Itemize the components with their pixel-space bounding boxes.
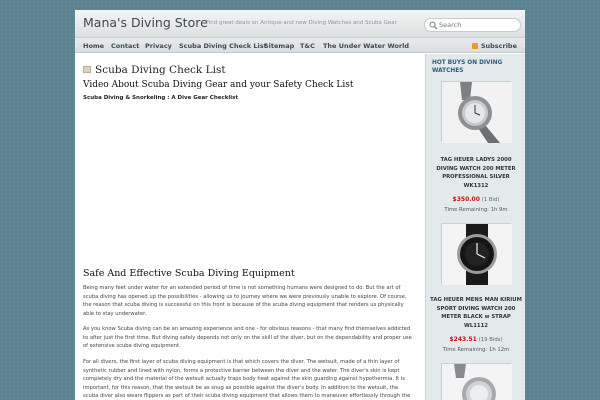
section-heading: Safe And Effective Scuba Diving Equipmen… bbox=[83, 268, 295, 279]
listing-1-title[interactable]: TAG HEUER LADYS 2000 DIVING WATCH 200 ME… bbox=[430, 156, 522, 190]
listing-2-title[interactable]: TAG HEUER MENS MAN KIRIUM SPORT DIVING W… bbox=[430, 296, 522, 330]
watch-black-icon bbox=[442, 224, 512, 285]
video-heading: Video About Scuba Diving Gear and your S… bbox=[83, 80, 354, 90]
main-content: Scuba Diving Check List Video About Scub… bbox=[75, 54, 422, 400]
listing-2-time: Time Remaining: 1h 12m bbox=[442, 347, 510, 353]
sidebar: HOT BUYS ON DIVING WATCHES TAG HEUER LAD… bbox=[425, 54, 525, 400]
sidebar-title: HOT BUYS ON DIVING WATCHES bbox=[432, 60, 503, 74]
nav-sitemap[interactable]: Sitemap bbox=[264, 42, 294, 50]
watch-steel-icon bbox=[442, 364, 512, 400]
nav-scuba-diving-check-list[interactable]: Scuba Diving Check List bbox=[179, 42, 267, 50]
subscribe-link[interactable]: Subscribe bbox=[471, 42, 517, 50]
nav-underwater-world[interactable]: The Under Water World bbox=[323, 42, 409, 50]
search-box[interactable] bbox=[424, 18, 521, 32]
video-embed-area[interactable] bbox=[83, 106, 383, 261]
paragraph-3: For all divers, the first layer of scuba… bbox=[83, 359, 411, 400]
nav-home[interactable]: Home bbox=[83, 42, 104, 50]
listing-1-price-line: $350.00 (1 Bid) bbox=[430, 196, 522, 204]
page-icon bbox=[83, 66, 91, 73]
post-title: Scuba Diving Check List bbox=[83, 64, 226, 76]
site-title[interactable]: Mana's Diving Store bbox=[83, 15, 208, 30]
watch-image-1[interactable] bbox=[441, 81, 512, 143]
magnifier-icon bbox=[429, 21, 438, 30]
listing-2-bids: (19 Bids) bbox=[478, 337, 503, 343]
paragraph-1: Being many feet under water for an exten… bbox=[83, 285, 407, 317]
nav-contact[interactable]: Contact bbox=[111, 42, 139, 50]
search-input[interactable] bbox=[439, 20, 517, 30]
main-nav: Home Contact Privacy Scuba Diving Check … bbox=[75, 38, 525, 53]
nav-tc[interactable]: T&C bbox=[300, 42, 315, 50]
listing-2-price: $243.51 bbox=[449, 336, 477, 343]
watch-image-2[interactable] bbox=[441, 223, 512, 285]
post-title-text: Scuba Diving Check List bbox=[95, 64, 226, 76]
listing-1-price: $350.00 bbox=[452, 196, 480, 203]
subscribe-label: Subscribe bbox=[480, 42, 517, 50]
watch-silver-icon bbox=[442, 82, 512, 143]
listing-1-time: Time Remaining: 1h 9m bbox=[444, 207, 508, 213]
paragraph-2: As you know Scuba diving can be an amazi… bbox=[83, 326, 412, 350]
site-header: Mana's Diving Store Find great deals on … bbox=[75, 10, 525, 38]
listing-2-price-line: $243.51 (19 Bids) bbox=[430, 336, 522, 344]
page-wrapper: Mana's Diving Store Find great deals on … bbox=[75, 10, 525, 400]
video-caption: Scuba Diving & Snorkeling : A Dive Gear … bbox=[83, 95, 239, 101]
rss-icon bbox=[471, 43, 478, 49]
nav-privacy[interactable]: Privacy bbox=[145, 42, 172, 50]
watch-image-3[interactable] bbox=[441, 363, 512, 400]
listing-1-bids: (1 Bid) bbox=[481, 197, 500, 203]
site-tagline: Find great deals on Antique and new Divi… bbox=[206, 20, 397, 26]
